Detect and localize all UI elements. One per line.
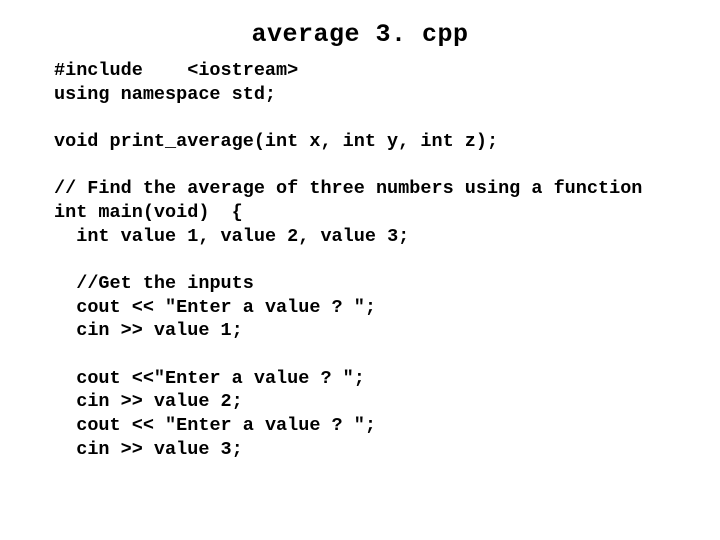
file-title: average 3. cpp	[54, 20, 666, 49]
code-slide: average 3. cpp #include <iostream> using…	[0, 0, 720, 461]
code-block: #include <iostream> using namespace std;…	[54, 59, 666, 461]
